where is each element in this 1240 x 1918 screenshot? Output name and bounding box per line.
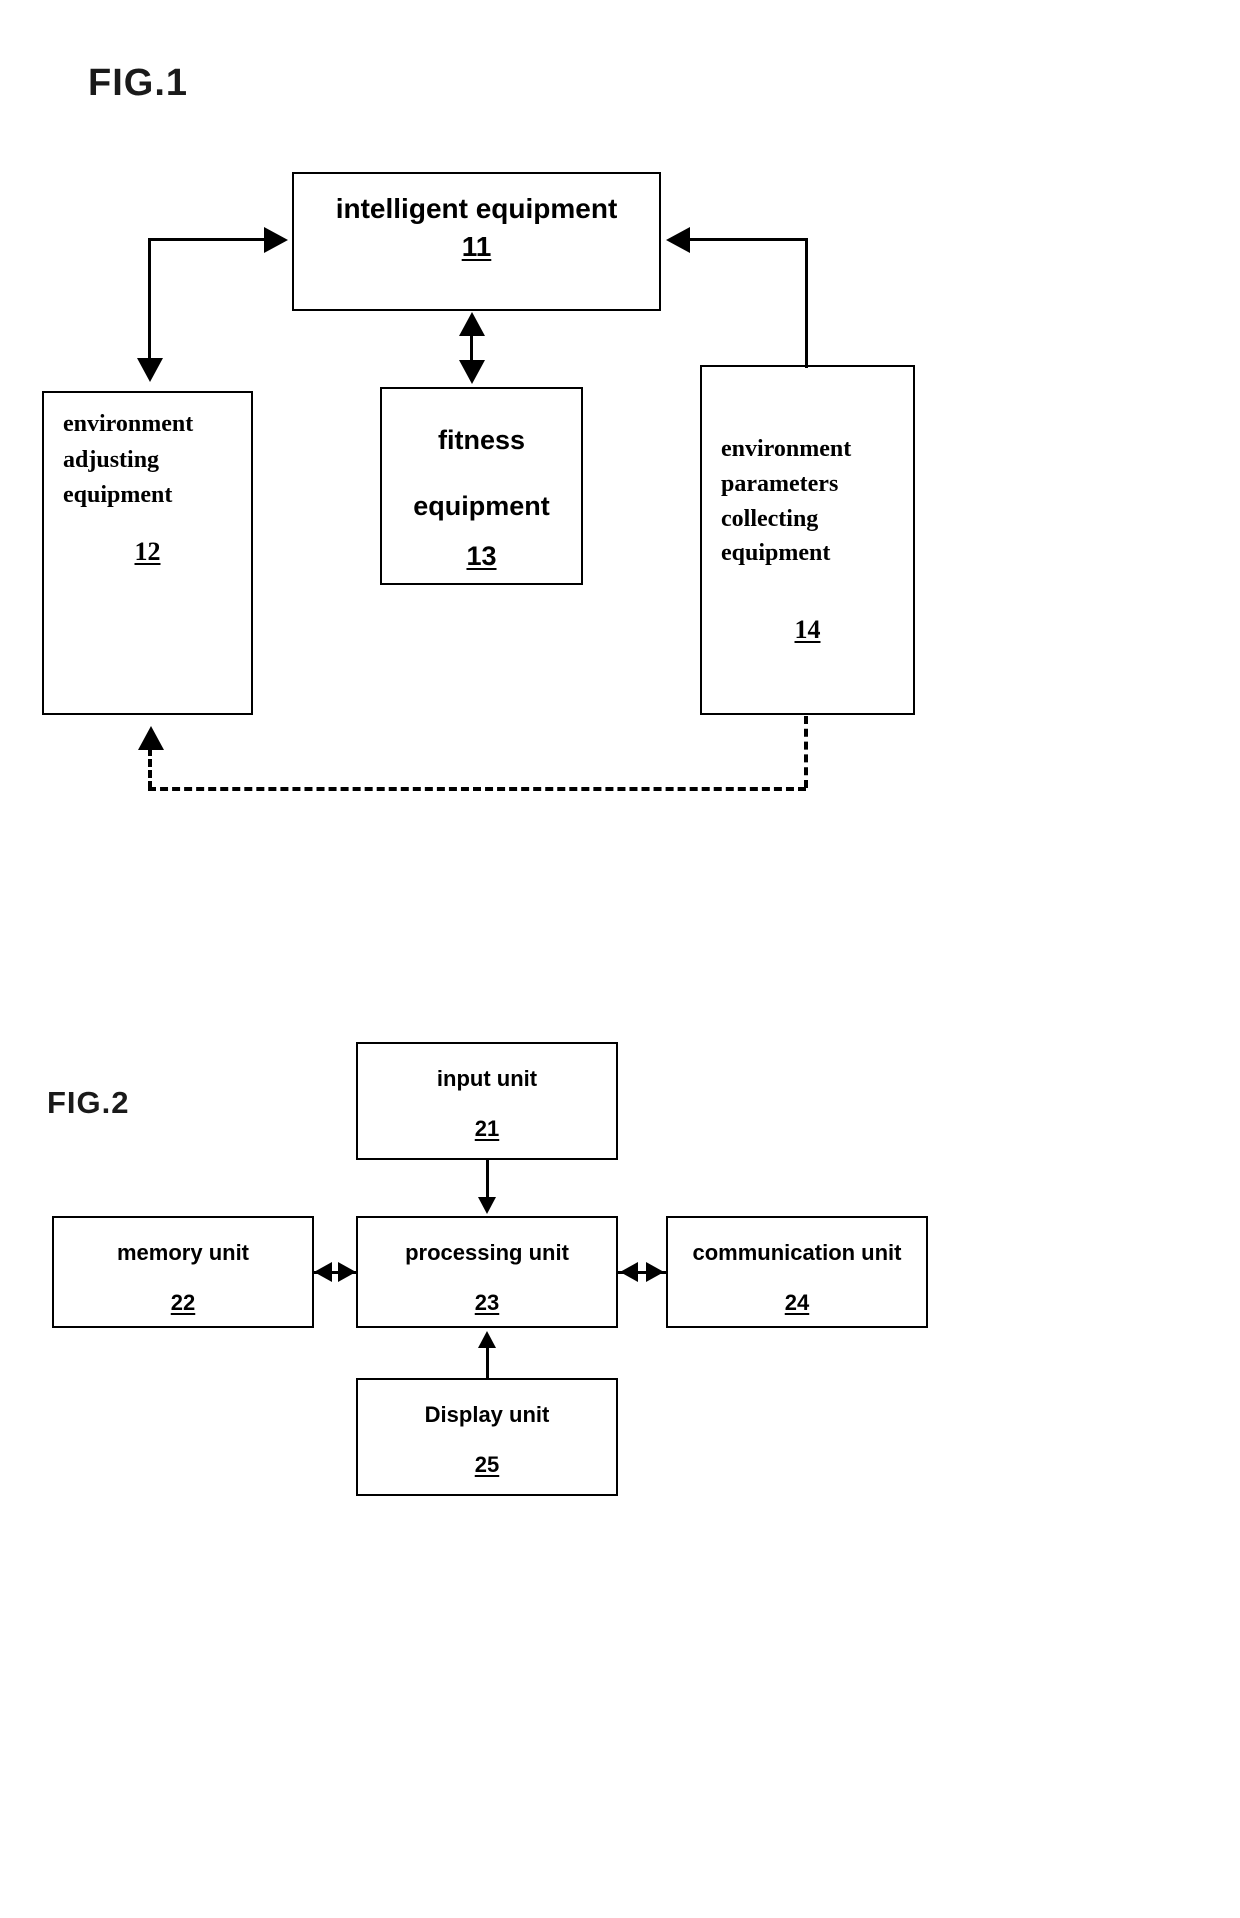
box-memory-unit: memory unit 22 — [52, 1216, 314, 1328]
connector-intelligent-to-env-adjust-horizontal — [148, 238, 268, 241]
connector-processing-communication-arrowhead-left — [620, 1262, 638, 1282]
connector-env-params-to-intelligent-horizontal — [690, 238, 808, 241]
connector-memory-processing-arrowhead-right — [338, 1262, 356, 1282]
connector-intelligent-fitness-arrowhead-up — [459, 312, 485, 336]
box-fitness-equipment-number: 13 — [466, 541, 497, 571]
connector-feedback-vertical-right — [804, 716, 808, 788]
box-intelligent-equipment: intelligent equipment 11 — [292, 172, 661, 311]
connector-intelligent-fitness-arrowhead-down — [459, 360, 485, 384]
box-processing-unit-title: processing unit — [405, 1240, 569, 1265]
connector-intelligent-to-env-adjust-arrowhead-right — [264, 227, 288, 253]
connector-memory-processing-arrowhead-left — [314, 1262, 332, 1282]
connector-input-to-processing-arrowhead — [478, 1197, 496, 1214]
box-fitness-equipment-title: fitness equipment — [413, 425, 550, 522]
box-communication-unit-number: 24 — [784, 1290, 810, 1315]
box-environment-adjusting-equipment-number: 12 — [134, 537, 161, 566]
box-environment-adjusting-equipment-title: environment adjusting equipment — [63, 411, 194, 509]
box-intelligent-equipment-number: 11 — [461, 231, 492, 262]
connector-intelligent-to-env-adjust-vertical — [148, 238, 151, 364]
connector-feedback-arrowhead-up — [138, 726, 164, 750]
connector-env-params-to-intelligent-vertical — [805, 238, 808, 368]
box-environment-adjusting-equipment: environment adjusting equipment 12 — [42, 391, 253, 715]
box-display-unit-number: 25 — [474, 1452, 500, 1477]
box-display-unit-title: Display unit — [424, 1402, 550, 1427]
box-memory-unit-number: 22 — [170, 1290, 196, 1315]
figure-1-label: FIG.1 — [88, 62, 189, 104]
figure-2-label: FIG.2 — [47, 1085, 130, 1120]
box-environment-parameters-collecting-equipment-title: environment parameters collecting equipm… — [721, 436, 852, 567]
box-input-unit-title: input unit — [436, 1066, 538, 1091]
box-input-unit-number: 21 — [474, 1116, 500, 1141]
connector-input-to-processing-line — [486, 1160, 489, 1200]
box-intelligent-equipment-title: intelligent equipment — [335, 193, 618, 224]
connector-processing-communication-arrowhead-right — [646, 1262, 664, 1282]
box-processing-unit: processing unit 23 — [356, 1216, 618, 1328]
box-communication-unit: communication unit 24 — [666, 1216, 928, 1328]
box-environment-parameters-collecting-equipment-number: 14 — [794, 615, 821, 644]
connector-feedback-vertical-left — [148, 748, 152, 789]
connector-intelligent-to-env-adjust-arrowhead-down — [137, 358, 163, 382]
box-fitness-equipment: fitness equipment 13 — [380, 387, 583, 585]
connector-env-params-to-intelligent-arrowhead-left — [666, 227, 690, 253]
patent-drawing-sheet: FIG.1 intelligent equipment 11 environme… — [0, 0, 1240, 1918]
box-memory-unit-title: memory unit — [116, 1240, 250, 1265]
box-environment-parameters-collecting-equipment: environment parameters collecting equipm… — [700, 365, 915, 715]
box-communication-unit-title: communication unit — [692, 1240, 902, 1265]
connector-display-to-processing-line — [486, 1348, 489, 1380]
connector-display-to-processing-arrowhead — [478, 1331, 496, 1348]
connector-feedback-horizontal — [148, 787, 806, 791]
box-display-unit: Display unit 25 — [356, 1378, 618, 1496]
box-input-unit: input unit 21 — [356, 1042, 618, 1160]
box-processing-unit-number: 23 — [474, 1290, 500, 1315]
